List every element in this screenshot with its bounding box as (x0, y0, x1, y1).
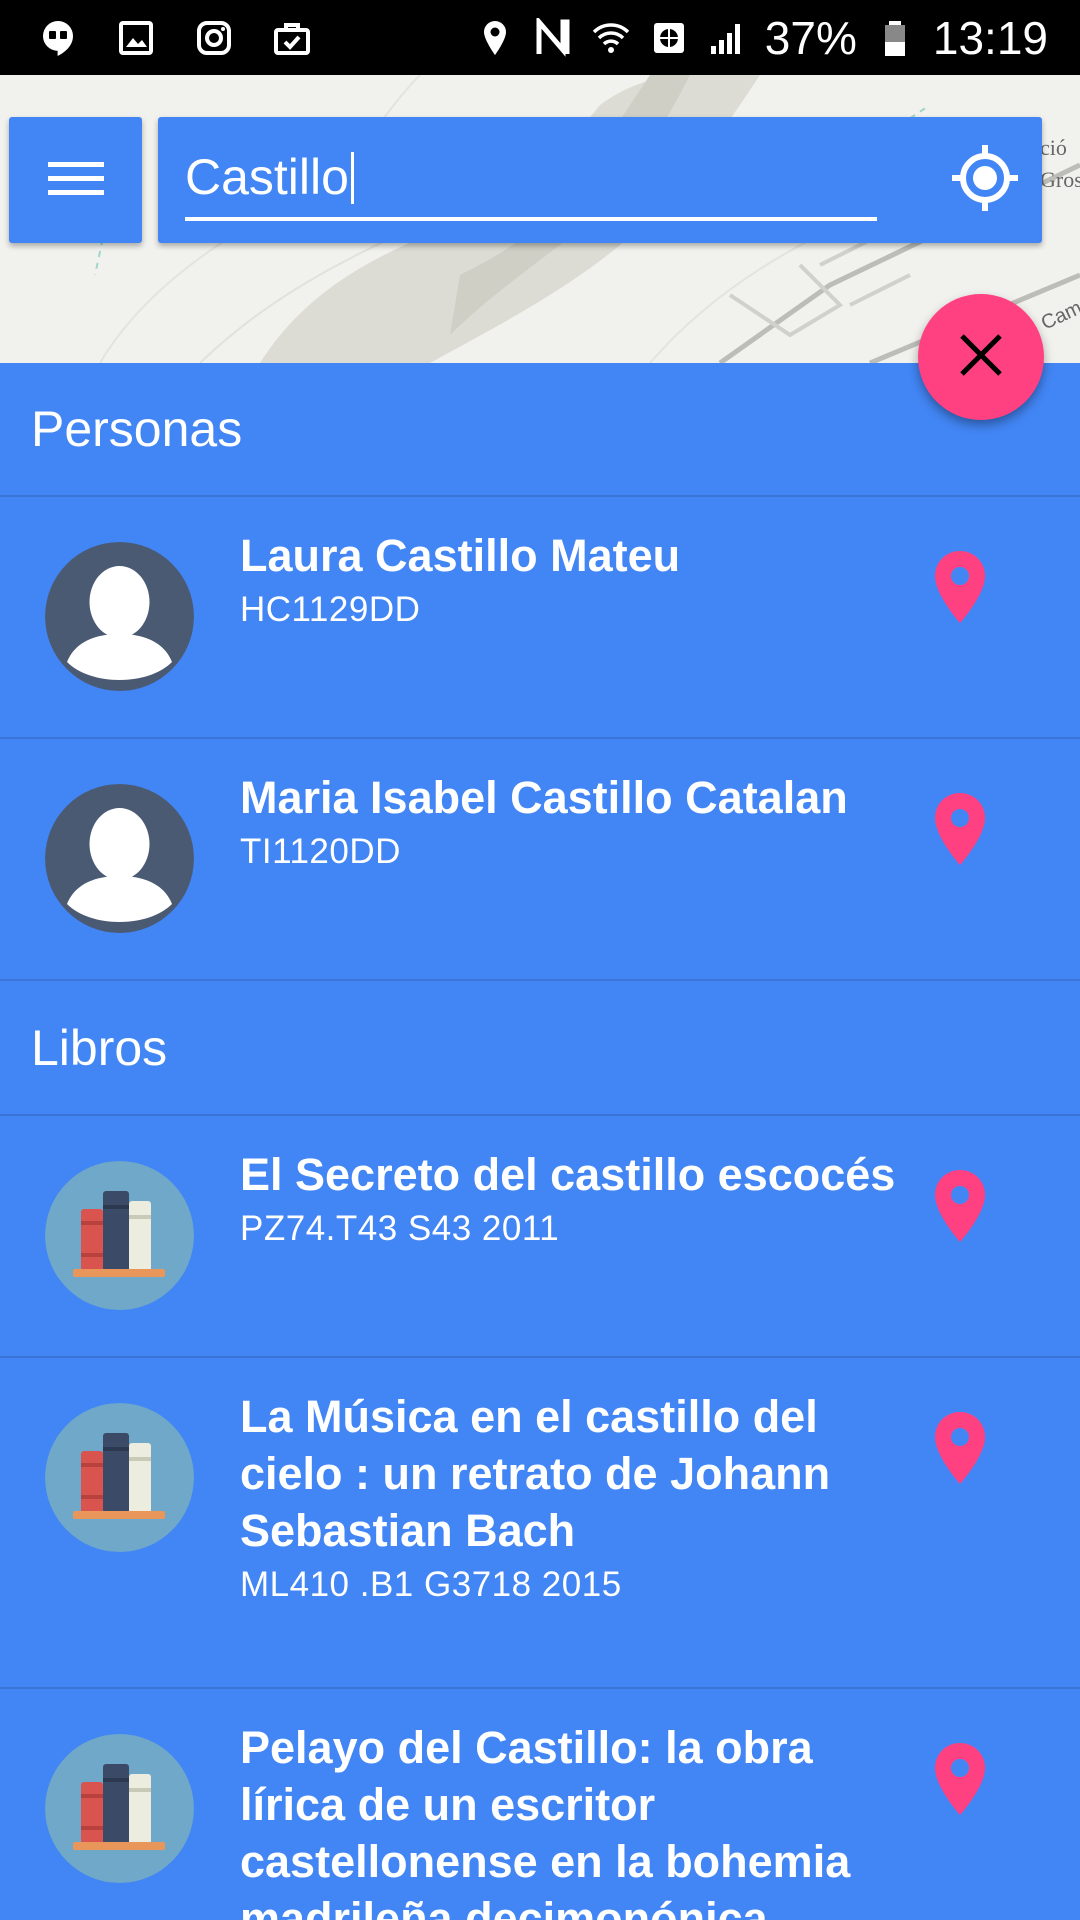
close-search-button[interactable] (918, 294, 1044, 420)
signal-icon (707, 18, 747, 58)
map-pin-icon (935, 1170, 985, 1242)
my-location-button[interactable] (950, 143, 1020, 218)
menu-button[interactable] (9, 117, 142, 243)
item-subtitle: HC1129DD (240, 590, 421, 629)
hamburger-menu-icon (47, 158, 104, 203)
map-pin-button[interactable] (932, 549, 988, 625)
map-label-2: Gros (1040, 167, 1080, 192)
list-item[interactable]: El Secreto del castillo escocés PZ74.T43… (0, 1116, 1080, 1358)
search-input[interactable] (185, 149, 877, 205)
app-screen: 37% 13:19 ció Gros Cam Castillo Personas… (0, 0, 1080, 1920)
clock: 13:19 (932, 11, 1048, 64)
close-icon (958, 332, 1004, 383)
wifi-icon (591, 18, 631, 58)
item-title: Pelayo del Castillo: la obra lírica de u… (240, 1722, 851, 1920)
nfc-icon (533, 17, 573, 58)
gallery-icon (116, 18, 156, 58)
list-item[interactable]: Pelayo del Castillo: la obra lírica de u… (0, 1689, 1080, 1920)
status-bar: 37% 13:19 (0, 0, 1080, 75)
person-avatar-icon (45, 542, 194, 691)
data-saver-icon (649, 18, 689, 58)
map-pin-button[interactable] (932, 791, 988, 867)
books-icon (45, 1403, 194, 1552)
map-pin-icon (935, 793, 985, 865)
section-header-personas: Personas (0, 363, 1080, 497)
search-bar (158, 117, 1042, 243)
item-subtitle: PZ74.T43 S43 2011 (240, 1209, 560, 1248)
text-cursor (350, 152, 354, 204)
item-title: Maria Isabel Castillo Catalan (240, 772, 848, 823)
location-icon (475, 18, 515, 58)
map-pin-button[interactable] (932, 1410, 988, 1486)
map-pin-icon (935, 1412, 985, 1484)
item-title: El Secreto del castillo escocés (240, 1149, 896, 1200)
books-icon (45, 1161, 194, 1310)
map-pin-icon (935, 551, 985, 623)
briefcase-icon (272, 18, 312, 58)
books-icon (45, 1734, 194, 1883)
list-item[interactable]: Maria Isabel Castillo Catalan TI1120DD (0, 739, 1080, 981)
instagram-icon (194, 18, 234, 58)
results-list: Personas Laura Castillo Mateu HC1129DD M… (0, 363, 1080, 1920)
map-label-1: ció (1040, 135, 1067, 160)
my-location-icon (950, 143, 1020, 218)
search-underline (185, 217, 877, 221)
item-subtitle: TI1120DD (240, 832, 401, 871)
person-avatar-icon (45, 784, 194, 933)
list-item[interactable]: Laura Castillo Mateu HC1129DD (0, 497, 1080, 739)
battery-icon (875, 18, 915, 58)
list-item[interactable]: La Música en el castillo del cielo : un … (0, 1358, 1080, 1689)
hangouts-icon (38, 18, 78, 58)
item-subtitle: ML410 .B1 G3718 2015 (240, 1565, 622, 1604)
map-pin-button[interactable] (932, 1168, 988, 1244)
section-header-libros: Libros (0, 981, 1080, 1116)
map-pin-button[interactable] (932, 1741, 988, 1817)
item-title: La Música en el castillo del cielo : un … (240, 1391, 831, 1556)
battery-percent: 37% (764, 11, 857, 64)
item-title: Laura Castillo Mateu (240, 530, 681, 581)
map-pin-icon (935, 1743, 985, 1815)
